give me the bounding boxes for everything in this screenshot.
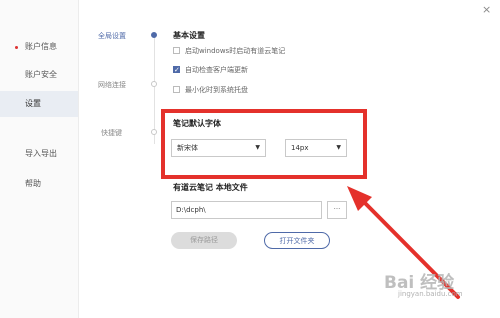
watermark-url: jingyan.baidu.com — [398, 290, 463, 298]
tab-shortcuts[interactable]: 快捷键 — [101, 128, 122, 138]
sidebar-item-help[interactable]: 帮助 — [0, 171, 78, 197]
timeline-dot-icon — [151, 129, 157, 135]
checkbox-checked[interactable] — [173, 64, 180, 76]
option-label: 启动windows时启动有道云笔记 — [185, 47, 286, 55]
sidebar: 账户信息 账户安全 设置 导入导出 帮助 — [0, 0, 79, 318]
close-icon[interactable]: × — [482, 4, 491, 16]
sidebar-item-import-export[interactable]: 导入导出 — [0, 141, 78, 167]
timeline-dot-icon — [151, 81, 157, 87]
path-input[interactable]: D:\dcph\ — [171, 201, 322, 219]
checkbox[interactable] — [173, 47, 180, 54]
tab-network[interactable]: 网络连接 — [98, 80, 126, 90]
local-files-title: 有道云笔记 本地文件 — [173, 183, 248, 192]
open-folder-button[interactable]: 打开文件夹 — [264, 232, 330, 249]
tab-global-settings[interactable]: 全局设置 — [98, 31, 126, 41]
sidebar-item-settings[interactable]: 设置 — [0, 91, 78, 117]
sidebar-item-label: 导入导出 — [25, 149, 57, 158]
option-label: 最小化时到系统托盘 — [185, 86, 248, 94]
basic-settings-title: 基本设置 — [173, 31, 205, 40]
browse-button[interactable]: ··· — [327, 201, 347, 219]
timeline-line — [154, 34, 155, 144]
highlight-box — [161, 109, 367, 179]
timeline-dot-icon — [151, 32, 157, 38]
sidebar-item-account-security[interactable]: 账户安全 — [0, 62, 78, 88]
save-path-button[interactable]: 保存路径 — [171, 232, 237, 249]
sidebar-item-label: 帮助 — [25, 179, 41, 188]
sidebar-item-label: 账户信息 — [25, 42, 57, 51]
sidebar-item-label: 设置 — [25, 99, 41, 108]
active-dot-icon — [15, 46, 18, 49]
option-label: 自动检查客户端更新 — [185, 66, 248, 74]
checkbox[interactable] — [173, 86, 180, 93]
sidebar-item-label: 账户安全 — [25, 70, 57, 79]
sidebar-item-account-info[interactable]: 账户信息 — [0, 34, 78, 60]
